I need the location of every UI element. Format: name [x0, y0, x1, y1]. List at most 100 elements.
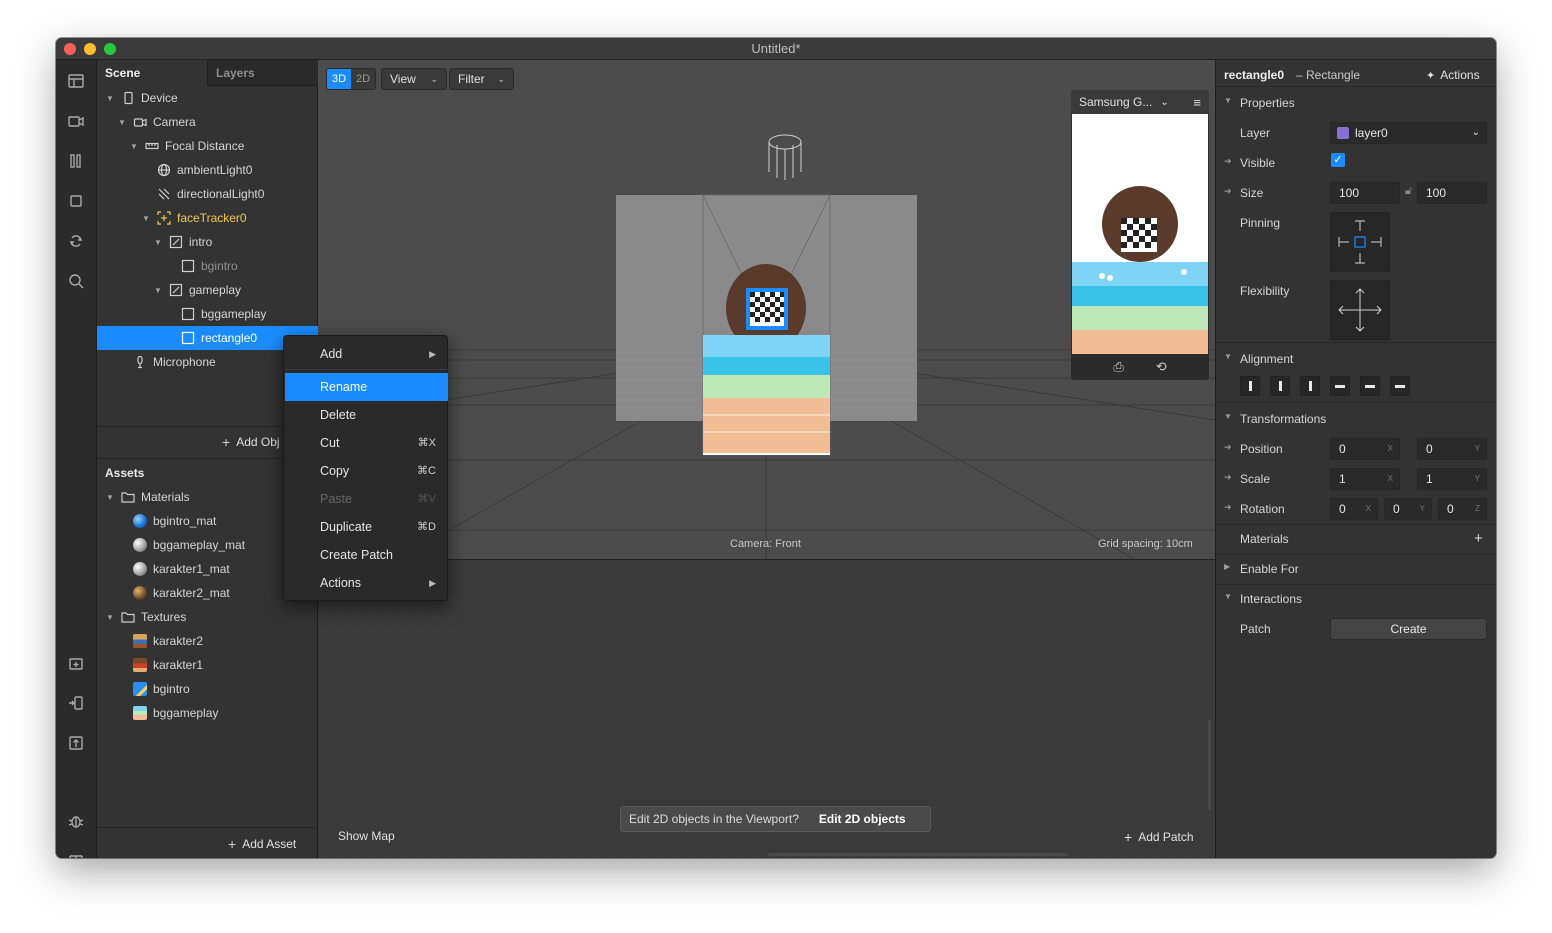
- menu-item-duplicate[interactable]: Duplicate ⌘D: [285, 513, 448, 541]
- align-left-button[interactable]: [1240, 376, 1260, 396]
- microphone-icon: [133, 355, 147, 369]
- caret-down-icon[interactable]: ▼: [141, 213, 151, 223]
- tab-layers[interactable]: Layers: [207, 60, 318, 86]
- viewport[interactable]: 3D 2D View ⌄ Filter ⌄ Samsung G... ⌄ ≡ ⎙…: [318, 60, 1215, 559]
- layout-icon[interactable]: [65, 70, 87, 92]
- arrow-right-icon[interactable]: ➔: [1224, 502, 1232, 513]
- tree-item-camera[interactable]: ▼ Camera: [97, 110, 318, 134]
- scene-tabs: Scene Layers: [97, 60, 318, 86]
- layer-select[interactable]: layer0 ⌄: [1330, 122, 1487, 144]
- align-top-button[interactable]: [1330, 376, 1350, 396]
- show-map-button[interactable]: Show Map: [338, 829, 395, 843]
- actions-button[interactable]: ✦ Actions: [1426, 68, 1480, 82]
- layer-value: layer0: [1355, 126, 1388, 140]
- close-window-button[interactable]: [64, 43, 76, 55]
- scale-x-input[interactable]: 1X: [1330, 468, 1400, 490]
- canvas-icon: [169, 235, 183, 249]
- bug-icon[interactable]: [65, 810, 87, 832]
- add-patch-button[interactable]: + Add Patch: [1124, 829, 1194, 845]
- arrow-right-icon[interactable]: ➔: [1224, 472, 1232, 483]
- pinning-control[interactable]: [1330, 212, 1390, 272]
- edit-2d-objects-button[interactable]: Edit 2D objects: [819, 812, 906, 826]
- vertical-scrollbar[interactable]: [1208, 720, 1211, 810]
- asset-item[interactable]: bgintro: [97, 677, 318, 701]
- visible-checkbox[interactable]: ✓: [1331, 153, 1345, 167]
- align-right-button[interactable]: [1300, 376, 1320, 396]
- asset-item[interactable]: karakter2: [97, 629, 318, 653]
- menu-item-add[interactable]: Add ▶: [285, 340, 448, 368]
- square-icon[interactable]: [65, 190, 87, 212]
- arrow-right-icon[interactable]: ➔: [1224, 442, 1232, 453]
- add-material-button[interactable]: +: [1474, 530, 1483, 547]
- menu-item-copy[interactable]: Copy ⌘C: [285, 457, 448, 485]
- tab-scene[interactable]: Scene: [97, 60, 207, 86]
- caret-down-icon[interactable]: ▼: [105, 612, 115, 622]
- flexibility-control[interactable]: [1330, 280, 1390, 340]
- view-dropdown[interactable]: View ⌄: [381, 68, 447, 90]
- device-preview[interactable]: Samsung G... ⌄ ≡ ⎙ ⟲: [1071, 90, 1209, 380]
- add-object-button[interactable]: + Add Obj: [222, 432, 280, 452]
- caret-down-icon[interactable]: ▼: [117, 117, 127, 127]
- tree-item-bggameplay[interactable]: bggameplay: [97, 302, 318, 326]
- tree-item-focal-distance[interactable]: ▼ Focal Distance: [97, 134, 318, 158]
- caret-down-icon: ▼: [1224, 352, 1232, 361]
- caret-down-icon[interactable]: ▼: [153, 285, 163, 295]
- menu-item-cut[interactable]: Cut ⌘X: [285, 429, 448, 457]
- caret-down-icon[interactable]: ▼: [129, 141, 139, 151]
- menu-item-create-patch[interactable]: Create Patch: [285, 541, 448, 569]
- export-icon[interactable]: [65, 692, 87, 714]
- tree-item-ambient-light[interactable]: ambientLight0: [97, 158, 318, 182]
- rotation-x-input[interactable]: 0X: [1330, 498, 1378, 520]
- scale-y-input[interactable]: 1Y: [1417, 468, 1487, 490]
- tree-item-bgintro[interactable]: bgintro: [97, 254, 318, 278]
- book-icon[interactable]: [65, 850, 87, 858]
- tree-item-intro[interactable]: ▼ intro: [97, 230, 318, 254]
- asset-item[interactable]: karakter1: [97, 653, 318, 677]
- size-width-input[interactable]: 100: [1330, 182, 1400, 204]
- lock-icon[interactable]: 🔓︎: [1405, 185, 1412, 198]
- menu-item-rename[interactable]: Rename: [285, 373, 448, 401]
- caret-down-icon[interactable]: ▼: [153, 237, 163, 247]
- menu-item-actions[interactable]: Actions ▶: [285, 569, 448, 597]
- menu-item-delete[interactable]: Delete: [285, 401, 448, 429]
- zoom-window-button[interactable]: [104, 43, 116, 55]
- patch-editor[interactable]: Show Map + Add Patch Edit 2D objects in …: [318, 559, 1215, 858]
- asset-item[interactable]: bggameplay: [97, 701, 318, 725]
- search-icon[interactable]: [65, 270, 87, 292]
- screenshot-icon[interactable]: ⎙: [1113, 359, 1123, 375]
- upload-icon[interactable]: [65, 732, 87, 754]
- tree-item-directional-light[interactable]: directionalLight0: [97, 182, 318, 206]
- tree-item-face-tracker[interactable]: ▼ faceTracker0: [97, 206, 318, 230]
- menu-icon[interactable]: ≡: [1193, 95, 1201, 110]
- rotation-z-input[interactable]: 0Z: [1438, 498, 1487, 520]
- caret-down-icon[interactable]: ▼: [105, 93, 115, 103]
- size-height-input[interactable]: 100: [1417, 182, 1487, 204]
- mode-3d-button[interactable]: 3D: [327, 69, 351, 89]
- arrow-right-icon[interactable]: ➔: [1224, 186, 1232, 197]
- add-asset-button[interactable]: + Add Asset: [228, 834, 296, 854]
- device-selector[interactable]: Samsung G... ⌄ ≡: [1071, 90, 1209, 114]
- mode-2d-button[interactable]: 2D: [351, 69, 375, 89]
- import-icon[interactable]: [65, 652, 87, 674]
- sync-icon[interactable]: [65, 230, 87, 252]
- asset-folder-textures[interactable]: ▼ Textures: [97, 605, 318, 629]
- video-icon[interactable]: [65, 110, 87, 132]
- plus-icon: +: [228, 836, 237, 852]
- rotation-y-input[interactable]: 0Y: [1384, 498, 1432, 520]
- align-center-v-button[interactable]: [1360, 376, 1380, 396]
- tree-item-gameplay[interactable]: ▼ gameplay: [97, 278, 318, 302]
- caret-down-icon[interactable]: ▼: [105, 492, 115, 502]
- rotate-icon[interactable]: ⟲: [1156, 359, 1167, 375]
- horizontal-scrollbar[interactable]: [768, 853, 1068, 856]
- position-x-input[interactable]: 0X: [1330, 438, 1400, 460]
- align-bottom-button[interactable]: [1390, 376, 1410, 396]
- view-mode-toggle[interactable]: 3D 2D: [326, 68, 376, 90]
- align-center-h-button[interactable]: [1270, 376, 1290, 396]
- columns-icon[interactable]: [65, 150, 87, 172]
- minimize-window-button[interactable]: [84, 43, 96, 55]
- create-patch-button[interactable]: Create: [1330, 618, 1487, 640]
- position-y-input[interactable]: 0Y: [1417, 438, 1487, 460]
- arrow-right-icon[interactable]: ➔: [1224, 156, 1232, 167]
- filter-dropdown[interactable]: Filter ⌄: [449, 68, 514, 90]
- tree-item-device[interactable]: ▼ Device: [97, 86, 318, 110]
